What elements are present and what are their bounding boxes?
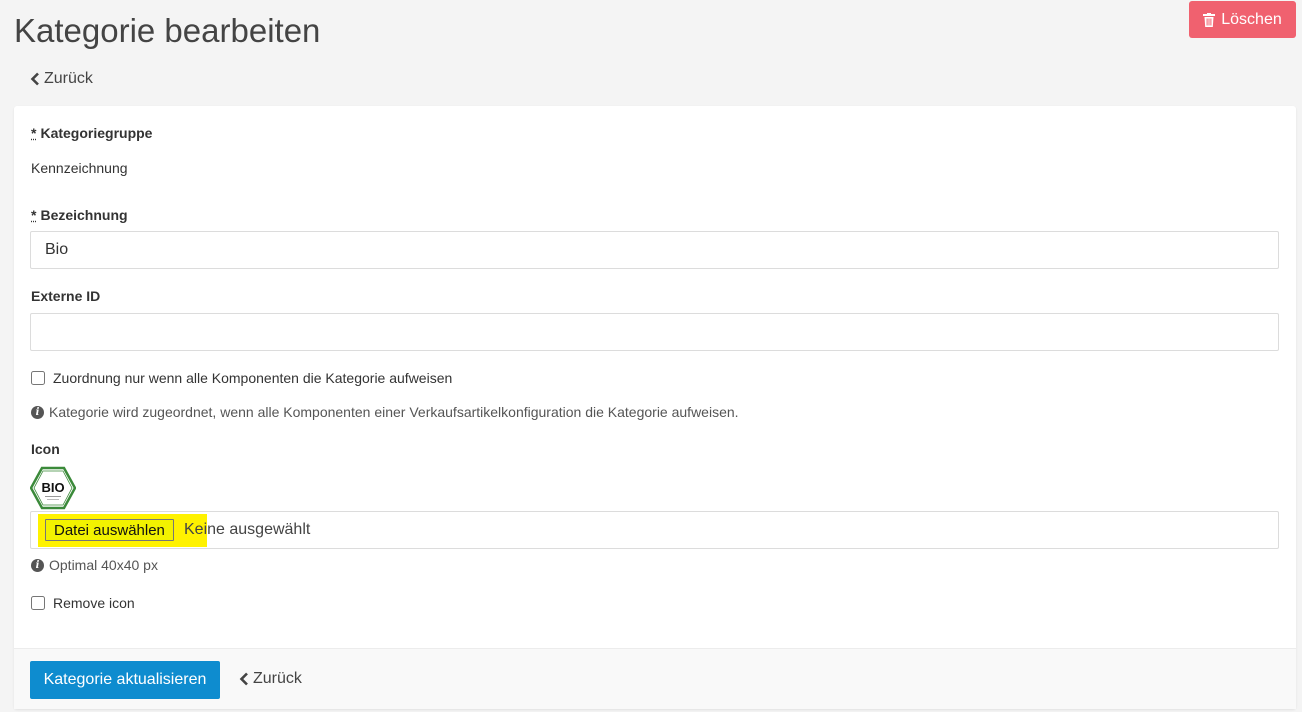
delete-button[interactable]: Löschen [1189,1,1296,38]
remove-icon-checkbox[interactable] [31,596,45,610]
chevron-left-icon [30,72,39,86]
external-id-input[interactable] [30,313,1279,351]
category-group-label: * Kategoriegruppe [31,125,153,141]
bio-logo-text: BIO [41,480,64,495]
page-title: Kategorie bearbeiten [14,12,321,49]
edit-category-form: * Kategoriegruppe Kennzeichnung * Bezeichn… [14,106,1296,709]
bio-logo-icon: BIO [30,466,76,510]
required-mark: * [31,207,37,223]
name-input[interactable] [30,231,1279,269]
icon-help-text: Optimal 40x40 px [49,557,158,573]
external-id-label: Externe ID [31,288,101,304]
footer-back-link-label: Zurück [253,670,302,687]
file-status: Keine ausgewählt [184,521,311,538]
back-link[interactable]: Zurück [30,70,93,88]
trash-icon [1203,12,1216,27]
info-icon: i [31,405,44,419]
delete-button-label: Löschen [1221,10,1282,28]
icon-help: i Optimal 40x40 px [31,557,158,573]
assignment-checkbox-label: Zuordnung nur wenn alle Komponenten die … [53,370,453,386]
icon-label: Icon [31,441,60,457]
remove-icon-checkbox-label: Remove icon [53,595,135,611]
footer-back-link[interactable]: Zurück [239,670,302,688]
back-link-label: Zurück [44,70,93,87]
chevron-left-icon [239,672,248,686]
update-category-button[interactable]: Kategorie aktualisieren [30,661,220,699]
choose-file-button[interactable]: Datei auswählen [45,519,174,541]
assignment-checkbox-row[interactable]: Zuordnung nur wenn alle Komponenten die … [31,370,452,386]
category-group-value: Kennzeichnung [31,160,128,176]
form-footer: Kategorie aktualisieren Zurück [14,648,1296,709]
info-icon: i [31,558,44,572]
assignment-help-text: Kategorie wird zugeordnet, wenn alle Kom… [49,404,739,420]
remove-icon-checkbox-row[interactable]: Remove icon [31,595,135,611]
assignment-help: i Kategorie wird zugeordnet, wenn alle K… [31,404,739,420]
assignment-checkbox[interactable] [31,371,45,385]
name-label: * Bezeichnung [31,207,128,223]
required-mark: * [31,125,37,141]
